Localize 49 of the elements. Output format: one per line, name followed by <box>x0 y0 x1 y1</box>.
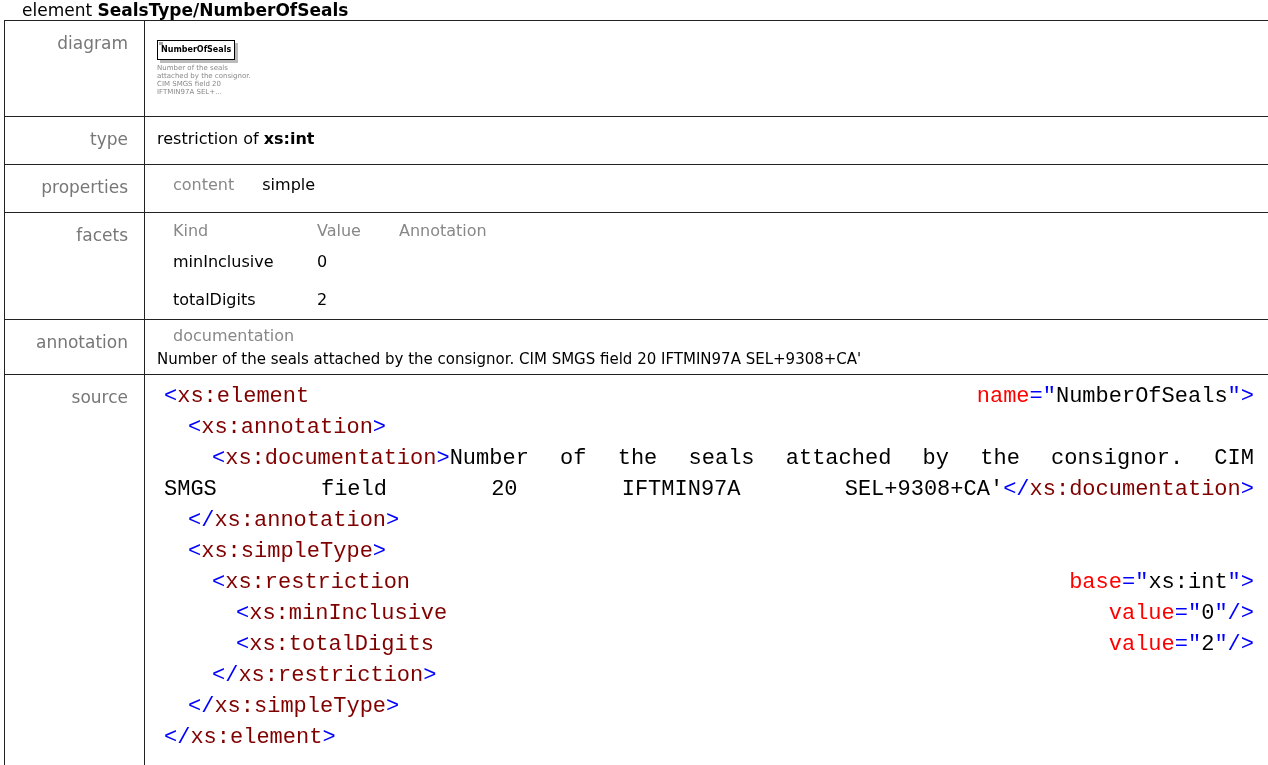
column-header: Kind <box>173 220 210 242</box>
row-label: facets <box>76 225 128 245</box>
lines-icon <box>159 42 163 45</box>
code-text: name="NumberOfSeals"> <box>976 383 1254 411</box>
row-label: type <box>90 129 128 149</box>
code-text: seals <box>688 445 755 473</box>
page-title: element SealsType/NumberOfSeals <box>22 0 349 20</box>
code-text: SMGS <box>164 476 217 504</box>
code-text: <xs:annotation> <box>188 414 387 442</box>
code-text: <xs:minInclusive <box>236 600 448 628</box>
code-text: by <box>922 445 949 473</box>
column-header: Annotation <box>399 220 487 242</box>
code-text: value="0"/> <box>1108 600 1254 628</box>
code-text: the <box>980 445 1020 473</box>
code-text: SEL+9308+CA'</xs:documentation> <box>844 476 1254 504</box>
code-text: IFTMIN97A <box>621 476 741 504</box>
row-label: properties <box>41 177 128 197</box>
code-text: base="xs:int"> <box>1069 569 1254 597</box>
annotation-text: Number of the seals attached by the consignor. CIM SMGS field 20 IFTMIN97A SEL+9308+CA' <box>157 349 863 370</box>
type-text: restriction of xs:int <box>157 128 315 150</box>
code-text: CIM <box>1214 445 1254 473</box>
code-text: <xs:documentation>Number <box>212 445 529 473</box>
row-label: annotation <box>36 332 128 352</box>
code-text: </xs:simpleType> <box>188 693 400 721</box>
code-text: <xs:element <box>164 383 310 411</box>
element-box: NumberOfSeals <box>157 40 236 60</box>
facet-kind: minInclusive <box>173 251 275 273</box>
code-text: </xs:annotation> <box>188 507 400 535</box>
code-text: value="2"/> <box>1108 631 1254 659</box>
facet-value: 2 <box>317 289 328 311</box>
code-text: the <box>617 445 658 473</box>
column-header: Value <box>317 220 362 242</box>
annotation-heading: documentation <box>173 326 295 345</box>
property-name: content <box>173 174 235 196</box>
facet-value: 0 <box>317 251 328 273</box>
code-text: attached <box>785 445 892 473</box>
facet-kind: totalDigits <box>173 289 257 311</box>
row-label: source <box>71 387 128 407</box>
code-text: <xs:simpleType> <box>188 538 387 566</box>
code-text: field <box>320 476 387 504</box>
code-text: of <box>560 445 587 473</box>
code-text: </xs:element> <box>164 724 336 752</box>
code-text: <xs:restriction <box>212 569 411 597</box>
code-text: </xs:restriction> <box>212 662 437 690</box>
property-value: simple <box>262 174 316 196</box>
row-label: diagram <box>57 33 128 53</box>
code-text: consignor. <box>1051 445 1184 473</box>
code-text: 20 <box>491 476 518 504</box>
code-text: <xs:totalDigits <box>236 631 435 659</box>
